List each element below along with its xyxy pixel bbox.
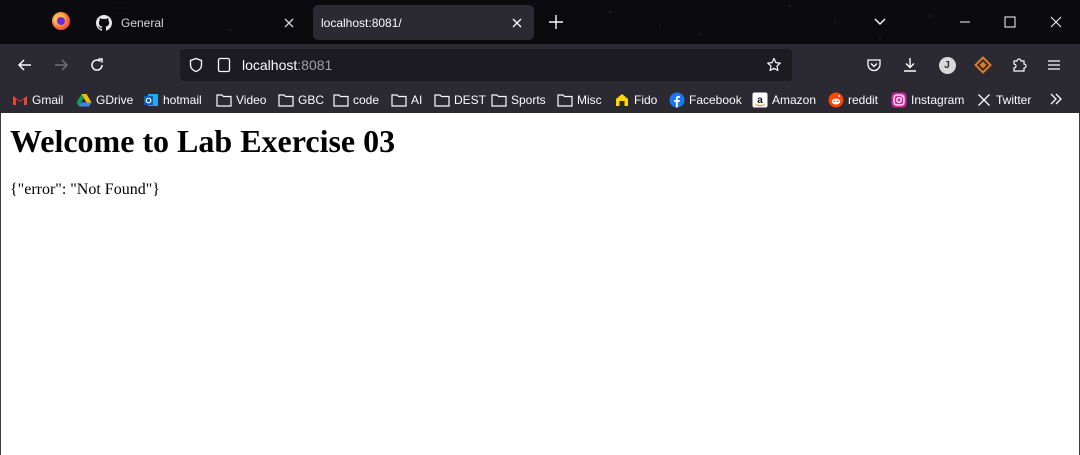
bookmark-label: Video — [236, 92, 267, 107]
instagram-icon — [891, 92, 907, 108]
error-message: {"error": "Not Found"} — [10, 181, 160, 198]
bookmark-label: Amazon — [772, 92, 817, 107]
x-icon — [976, 92, 992, 108]
minimize-icon[interactable] — [955, 12, 975, 32]
folder-icon — [491, 92, 507, 108]
firefox-logo-icon[interactable] — [52, 12, 70, 30]
github-icon — [96, 14, 112, 31]
amazon-icon: a — [752, 92, 768, 108]
bookmark-gdrive[interactable]: GDrive — [76, 91, 133, 108]
bookmark-label: DEST — [454, 92, 487, 107]
bookmark-label: Misc — [577, 92, 602, 107]
tab-localhost[interactable]: localhost:8081/ — [313, 5, 534, 40]
tab-title: localhost:8081/ — [321, 15, 402, 30]
chevron-double-right-icon[interactable] — [1048, 91, 1064, 107]
extensions-puzzle-icon[interactable] — [1009, 55, 1029, 75]
bookmark-amazon[interactable]: a Amazon — [752, 91, 816, 108]
back-icon[interactable] — [15, 55, 35, 75]
tab-title: General — [121, 15, 164, 30]
reddit-icon — [828, 92, 844, 108]
bookmark-label: Gmail — [32, 92, 64, 107]
facebook-icon — [669, 92, 685, 108]
bookmark-label: Twitter — [996, 92, 1032, 107]
navigation-toolbar: localhost:8081 J — [0, 44, 1080, 86]
bookmark-label: hotmail — [163, 92, 202, 107]
bookmark-label: Instagram — [911, 92, 965, 107]
folder-icon — [557, 92, 573, 108]
downloads-icon[interactable] — [900, 55, 920, 75]
url-host: localhost — [242, 57, 298, 73]
bookmark-label: Facebook — [689, 92, 742, 107]
page-content: Welcome to Lab Exercise 03 {"error": "No… — [0, 113, 1080, 455]
bookmark-folder-code[interactable]: code — [333, 91, 379, 108]
bookmark-star-icon[interactable] — [766, 57, 782, 73]
reload-icon[interactable] — [87, 55, 107, 75]
tab-general[interactable]: General — [86, 5, 306, 40]
list-all-tabs-icon[interactable] — [872, 14, 888, 30]
folder-icon — [216, 92, 232, 108]
svg-text:a: a — [757, 95, 763, 106]
bookmark-folder-dest[interactable]: DEST — [434, 91, 486, 108]
bookmark-reddit[interactable]: reddit — [828, 91, 878, 108]
bookmark-folder-sports[interactable]: Sports — [491, 91, 546, 108]
bookmark-folder-misc[interactable]: Misc — [557, 91, 602, 108]
new-tab-button[interactable] — [546, 12, 566, 32]
pocket-icon[interactable] — [864, 55, 884, 75]
folder-icon — [333, 92, 349, 108]
gmail-icon — [12, 92, 28, 108]
bookmark-label: AI — [411, 92, 423, 107]
bookmark-label: GBC — [298, 92, 325, 107]
close-window-icon[interactable] — [1046, 12, 1066, 32]
url-bar[interactable]: localhost:8081 — [180, 49, 792, 81]
bookmark-facebook[interactable]: Facebook — [669, 91, 742, 108]
outlook-icon — [143, 92, 159, 108]
folder-icon — [434, 92, 450, 108]
bookmark-label: Fido — [634, 92, 658, 107]
hamburger-menu-icon[interactable] — [1044, 55, 1064, 75]
bookmark-gmail[interactable]: Gmail — [12, 91, 63, 108]
fido-icon — [614, 92, 630, 108]
bookmark-twitter[interactable]: Twitter — [976, 91, 1031, 108]
url-text[interactable]: localhost:8081 — [242, 57, 332, 73]
gdrive-icon — [76, 92, 92, 108]
url-port: :8081 — [297, 57, 333, 73]
maximize-icon[interactable] — [1000, 12, 1020, 32]
bookmark-folder-gbc[interactable]: GBC — [278, 91, 324, 108]
bookmark-fido[interactable]: Fido — [614, 91, 657, 108]
page-info-icon[interactable] — [216, 57, 232, 73]
close-tab-icon[interactable] — [280, 14, 298, 32]
bookmark-folder-ai[interactable]: AI — [391, 91, 422, 108]
bookmark-instagram[interactable]: Instagram — [891, 91, 964, 108]
bookmark-label: GDrive — [96, 92, 134, 107]
extension-diamond-icon[interactable] — [973, 55, 993, 75]
folder-icon — [391, 92, 407, 108]
bookmark-folder-video[interactable]: Video — [216, 91, 266, 108]
bookmark-hotmail[interactable]: hotmail — [143, 91, 202, 108]
folder-icon — [278, 92, 294, 108]
account-avatar[interactable]: J — [937, 55, 957, 75]
bookmark-label: reddit — [848, 92, 879, 107]
tab-strip: General localhost:8081/ — [0, 0, 1080, 44]
bookmark-label: code — [353, 92, 380, 107]
account-initial: J — [938, 56, 956, 74]
bookmark-label: Sports — [511, 92, 546, 107]
bookmarks-toolbar: Gmail GDrive hotmail Video GBC code AI D… — [0, 86, 1080, 113]
page-heading: Welcome to Lab Exercise 03 — [10, 123, 396, 159]
forward-icon[interactable] — [51, 55, 71, 75]
close-tab-icon[interactable] — [508, 14, 526, 32]
shield-icon[interactable] — [188, 57, 204, 73]
